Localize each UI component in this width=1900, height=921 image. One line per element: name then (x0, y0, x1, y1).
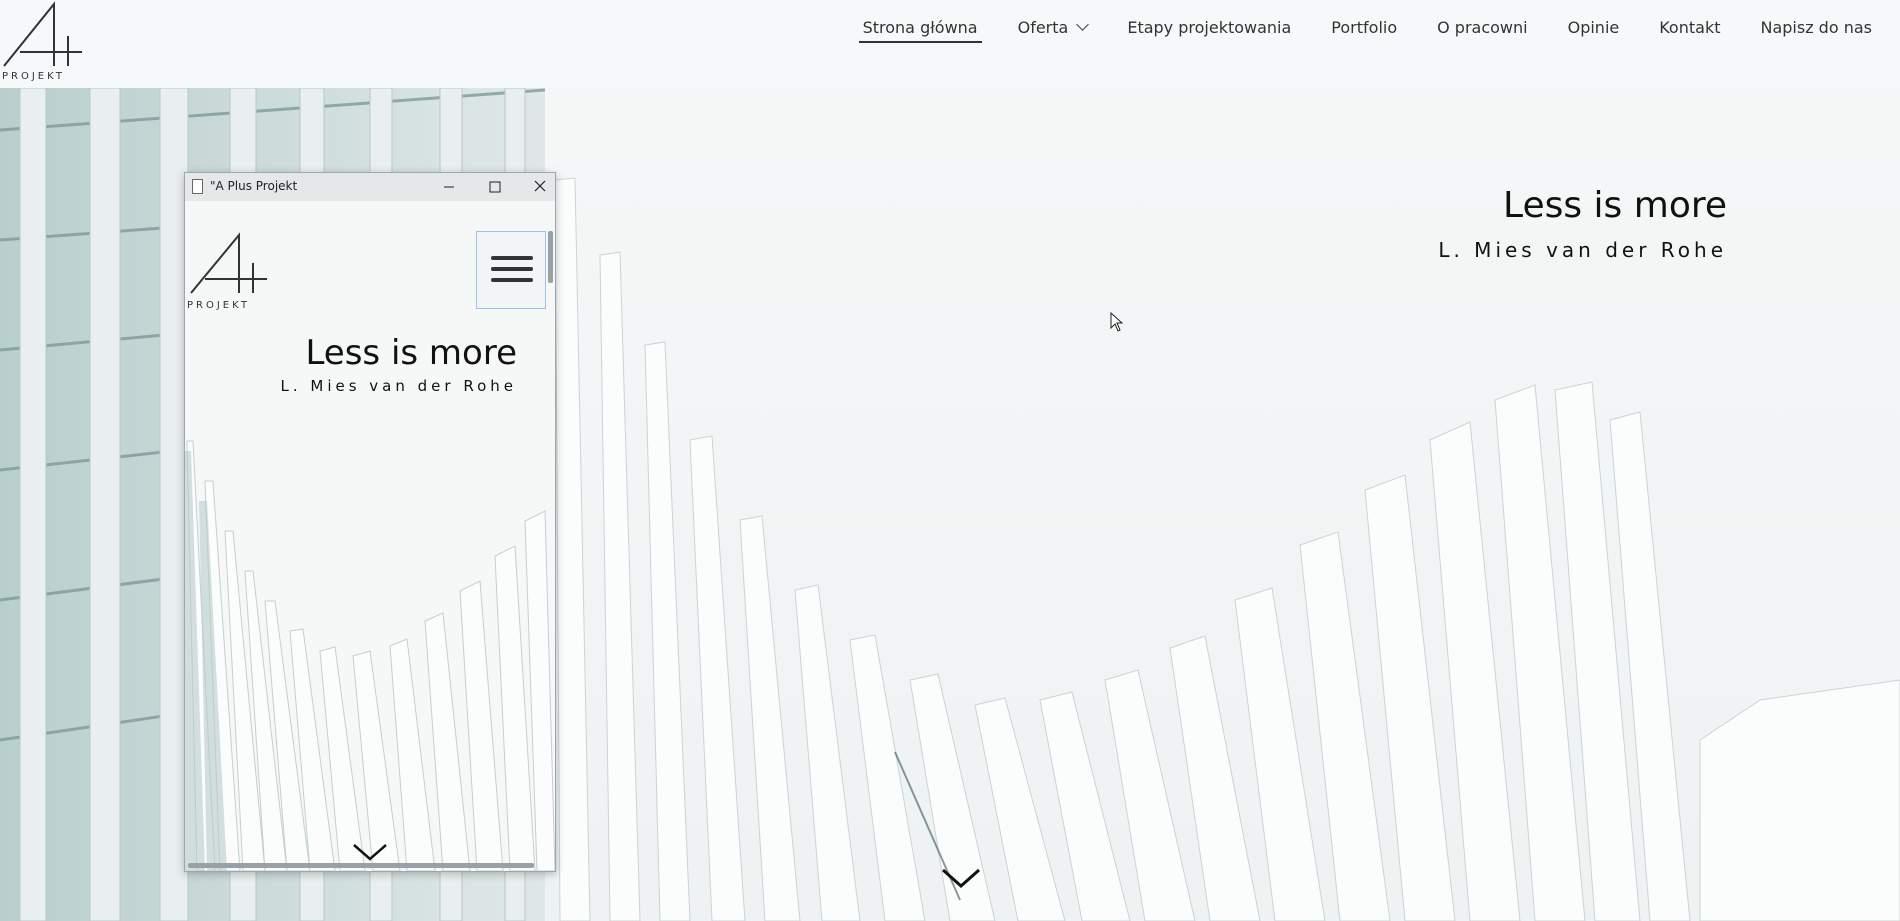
popup-content: PROJEKT Less is more L. Mies van der Roh… (185, 201, 555, 871)
nav-reviews[interactable]: Opinie (1548, 18, 1640, 38)
hamburger-icon-bar (491, 256, 533, 260)
popup-title: "A Plus Projekt (210, 179, 298, 193)
popup-quote: Less is more L. Mies van der Rohe (280, 333, 517, 395)
nav-offer[interactable]: Oferta (998, 18, 1108, 38)
popup-logo-wordmark: PROJEKT (187, 300, 250, 311)
nav-contact-label: Kontakt (1659, 18, 1721, 37)
popup-logo[interactable]: PROJEKT (187, 231, 269, 311)
a-plus-projekt-logo[interactable]: PROJEKT (0, 0, 86, 82)
close-icon[interactable] (529, 177, 551, 197)
nav-about-label: O pracowni (1437, 18, 1528, 37)
hero-quote: Less is more L. Mies van der Rohe (1438, 184, 1727, 262)
top-navigation-bar: PROJEKT Strona główna Oferta Etapy proje… (0, 0, 1900, 88)
popup-titlebar[interactable]: "A Plus Projekt (185, 173, 555, 202)
nav-portfolio[interactable]: Portfolio (1311, 18, 1417, 38)
nav-offer-label: Oferta (1017, 18, 1069, 37)
nav-design-stages[interactable]: Etapy projektowania (1107, 18, 1311, 38)
nav-about[interactable]: O pracowni (1417, 18, 1547, 38)
popup-window[interactable]: "A Plus Projekt PROJEKT Less is more L. … (184, 172, 556, 872)
nav-write-to-us-label: Napisz do nas (1760, 18, 1872, 37)
hamburger-icon-bar (491, 278, 533, 282)
nav-contact[interactable]: Kontakt (1639, 18, 1740, 38)
popup-quote-title: Less is more (305, 333, 517, 373)
hamburger-menu-button[interactable] (476, 231, 546, 309)
nav-reviews-label: Opinie (1567, 18, 1620, 37)
hamburger-icon-bar (491, 267, 533, 271)
nav-home[interactable]: Strona główna (843, 18, 998, 43)
nav-design-stages-label: Etapy projektowania (1127, 18, 1292, 37)
chevron-down-icon (1076, 18, 1090, 31)
chevron-down-icon[interactable] (352, 841, 388, 863)
minimize-icon[interactable] (438, 177, 460, 197)
mouse-cursor-icon (1110, 312, 1124, 332)
logo-wordmark: PROJEKT (2, 71, 65, 82)
hero-quote-author: L. Mies van der Rohe (1438, 238, 1727, 262)
nav-home-label: Strona główna (862, 18, 978, 37)
popup-quote-author: L. Mies van der Rohe (280, 377, 517, 395)
hero-quote-title: Less is more (1503, 185, 1727, 226)
vertical-scrollbar[interactable] (548, 231, 553, 283)
document-icon (192, 179, 203, 194)
browser-viewport: PROJEKT Strona główna Oferta Etapy proje… (0, 0, 1900, 921)
chevron-down-icon[interactable] (941, 866, 981, 890)
maximize-icon[interactable] (484, 177, 506, 197)
main-nav: Strona główna Oferta Etapy projektowania… (843, 18, 1892, 43)
nav-portfolio-label: Portfolio (1331, 18, 1398, 37)
nav-write-to-us[interactable]: Napisz do nas (1740, 18, 1892, 38)
horizontal-scrollbar[interactable] (188, 863, 534, 868)
